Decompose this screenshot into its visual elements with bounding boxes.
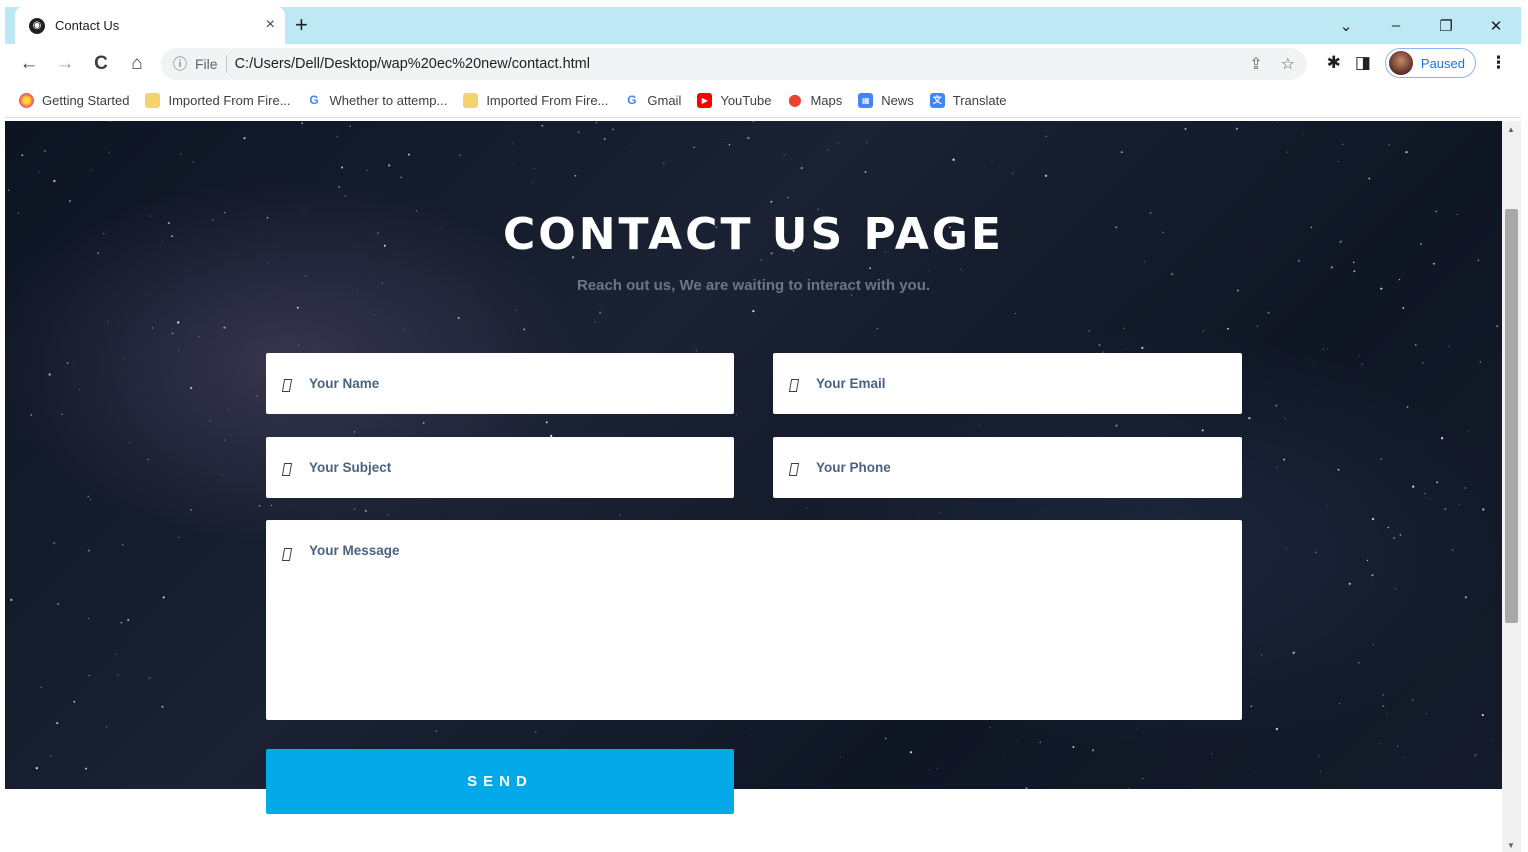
google-icon: G [627, 93, 637, 107]
page-title: CONTACT US PAGE [503, 209, 1004, 260]
subject-placeholder: Your Subject [309, 460, 392, 475]
bookmark-imported-1[interactable]: Imported From Fire... [145, 93, 291, 108]
globe-icon: ◉ [29, 17, 45, 34]
phone-field[interactable]: Your Phone [773, 437, 1242, 498]
profile-status: Paused [1420, 55, 1465, 71]
bookmark-whether[interactable]: G Whether to attemp... [307, 93, 448, 108]
restore-button[interactable]: ❐ [1421, 17, 1471, 35]
name-field[interactable]: Your Name [266, 353, 734, 414]
bookmark-label: Getting Started [42, 93, 130, 108]
folder-icon [145, 93, 161, 108]
profile-button[interactable]: Paused [1384, 48, 1476, 78]
minimize-button[interactable]: – [1371, 17, 1421, 34]
share-icon[interactable]: ⇪ [1249, 54, 1262, 74]
scroll-up-icon[interactable]: ▲ [1507, 125, 1515, 134]
tab-contact-us[interactable]: ◉ Contact Us × [15, 7, 285, 44]
youtube-icon: ▶ [697, 93, 713, 108]
message-placeholder: Your Message [309, 543, 400, 558]
email-field[interactable]: Your Email [773, 353, 1242, 414]
bookmark-label: YouTube [720, 93, 772, 108]
avatar [1388, 51, 1413, 75]
forward-button[interactable]: → [47, 53, 83, 75]
tab-strip: ◉ Contact Us × + ⌄ – ❐ ✕ [5, 7, 1521, 44]
phone-icon [788, 463, 800, 476]
browser-toolbar: ← → C ⌂ ⓘ File C:/Users/Dell/Desktop/wap… [5, 44, 1521, 84]
window-controls: ⌄ – ❐ ✕ [1321, 7, 1521, 44]
bookmark-translate[interactable]: 文 Translate [929, 93, 1007, 108]
page-scrollbar[interactable]: ▲ ▼ [1502, 121, 1521, 852]
news-icon: ▦ [858, 93, 874, 108]
phone-placeholder: Your Phone [816, 460, 891, 475]
send-button[interactable]: SEND [266, 749, 734, 814]
maps-icon: ⬤ [788, 93, 802, 107]
bookmark-gmail[interactable]: G Gmail [624, 93, 681, 108]
divider [225, 55, 227, 73]
reload-button[interactable]: C [83, 53, 119, 75]
tab-search-icon[interactable]: ⌄ [1321, 17, 1371, 35]
bookmark-label: Imported From Fire... [168, 93, 291, 108]
scroll-down-icon[interactable]: ▼ [1507, 841, 1515, 850]
bookmark-youtube[interactable]: ▶ YouTube [697, 93, 771, 108]
extensions-icon[interactable]: ✱ [1327, 53, 1341, 73]
bookmark-getting-started[interactable]: Getting Started [19, 93, 129, 108]
bookmark-maps[interactable]: ⬤ Maps [787, 93, 842, 108]
back-button[interactable]: ← [11, 53, 47, 75]
user-icon [281, 379, 293, 392]
bookmark-imported-2[interactable]: Imported From Fire... [463, 93, 608, 108]
message-icon [281, 548, 293, 561]
close-tab-icon[interactable]: × [266, 16, 275, 34]
address-bar[interactable]: ⓘ File C:/Users/Dell/Desktop/wap%20ec%20… [161, 48, 1307, 80]
bookmark-label: Imported From Fire... [486, 93, 609, 108]
home-button[interactable]: ⌂ [119, 53, 155, 75]
bookmark-news[interactable]: ▦ News [858, 93, 914, 108]
close-window-button[interactable]: ✕ [1471, 17, 1521, 35]
page-viewport: CONTACT US PAGE Reach out us, We are wai… [5, 121, 1502, 852]
envelope-icon [788, 379, 800, 392]
bookmark-label: Translate [952, 93, 1007, 108]
info-icon[interactable]: ⓘ [173, 54, 187, 74]
url-scheme: File [195, 56, 218, 72]
scrollbar-thumb[interactable] [1505, 209, 1518, 623]
google-icon: G [309, 93, 319, 107]
folder-icon [463, 93, 479, 108]
new-tab-button[interactable]: + [295, 12, 308, 38]
bookmark-label: Whether to attemp... [329, 93, 448, 108]
message-field[interactable]: Your Message [266, 520, 1242, 720]
bookmark-star-icon[interactable]: ☆ [1281, 54, 1295, 74]
bookmarks-bar: Getting Started Imported From Fire... G … [5, 84, 1521, 118]
firefox-icon [19, 93, 34, 108]
menu-icon[interactable]: ⋮ [1490, 53, 1507, 73]
bookmark-label: News [881, 93, 914, 108]
side-panel-icon[interactable]: ◨ [1355, 53, 1371, 73]
name-placeholder: Your Name [309, 376, 380, 391]
subject-icon [281, 463, 293, 476]
bookmark-label: Maps [810, 93, 843, 108]
page-subtitle: Reach out us, We are waiting to interact… [576, 277, 931, 294]
starfield-background: CONTACT US PAGE Reach out us, We are wai… [5, 121, 1502, 789]
bookmark-label: Gmail [647, 93, 682, 108]
email-placeholder: Your Email [816, 376, 886, 391]
translate-icon: 文 [929, 93, 945, 108]
subject-field[interactable]: Your Subject [266, 437, 734, 498]
url-text[interactable]: C:/Users/Dell/Desktop/wap%20ec%20new/con… [235, 56, 590, 72]
tab-title: Contact Us [55, 18, 120, 33]
